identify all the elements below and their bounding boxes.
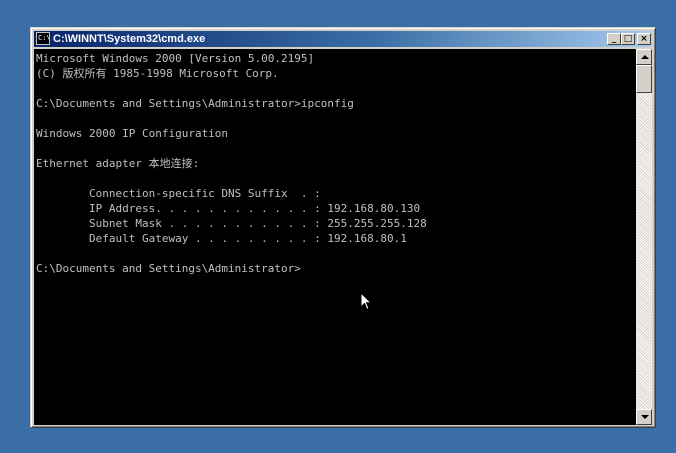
window-title: C:\WINNT\System32\cmd.exe — [53, 33, 206, 45]
console-line: Subnet Mask . . . . . . . . . . . : 255.… — [36, 217, 427, 230]
console-line: Windows 2000 IP Configuration — [36, 127, 229, 140]
arrow-down-icon — [641, 415, 649, 419]
console-output[interactable]: Microsoft Windows 2000 [Version 5.00.219… — [34, 49, 636, 425]
console-line: C:\Documents and Settings\Administrator>… — [36, 97, 354, 110]
console-line: (C) 版权所有 1985-1998 Microsoft Corp. — [36, 67, 279, 80]
scroll-down-button[interactable] — [636, 409, 652, 425]
console-line: Connection-specific DNS Suffix . : — [36, 187, 321, 200]
console-line: Microsoft Windows 2000 [Version 5.00.219… — [36, 52, 315, 65]
maximize-button[interactable]: □ — [621, 33, 635, 45]
close-button[interactable]: × — [637, 33, 651, 45]
console-line: Ethernet adapter 本地连接: — [36, 157, 200, 170]
cmd-window: C:\ C:\WINNT\System32\cmd.exe _ □ × Micr… — [30, 27, 656, 428]
arrow-up-icon — [641, 55, 649, 59]
console-prompt: C:\Documents and Settings\Administrator> — [36, 262, 301, 275]
scroll-up-button[interactable] — [636, 49, 652, 65]
vertical-scrollbar[interactable] — [636, 49, 652, 425]
title-bar[interactable]: C:\ C:\WINNT\System32\cmd.exe _ □ × — [34, 31, 652, 47]
minimize-button[interactable]: _ — [607, 33, 621, 45]
arrow-cursor-icon — [360, 292, 372, 311]
desktop: C:\ C:\WINNT\System32\cmd.exe _ □ × Micr… — [0, 0, 676, 453]
scroll-thumb[interactable] — [636, 65, 652, 93]
cmd-icon[interactable]: C:\ — [36, 32, 50, 45]
console-line: Default Gateway . . . . . . . . . : 192.… — [36, 232, 407, 245]
console-line: IP Address. . . . . . . . . . . . : 192.… — [36, 202, 421, 215]
